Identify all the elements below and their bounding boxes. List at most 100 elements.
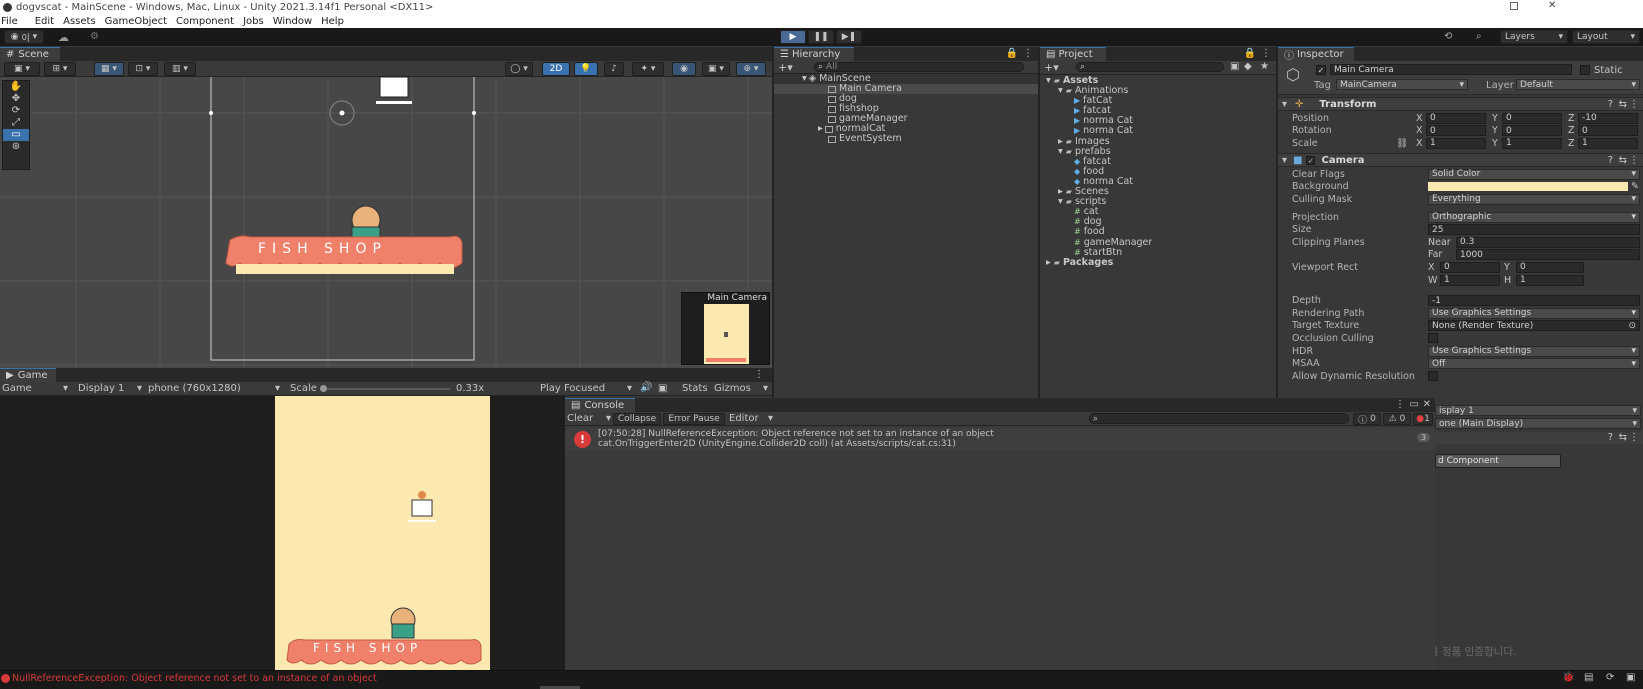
hdr-dropdown[interactable]: Use Graphics Settings ▾ <box>1428 345 1640 357</box>
target-eye-dropdown[interactable]: one (Main Display) ▾ <box>1435 418 1641 429</box>
expand-arrow-icon[interactable]: ▾ <box>1058 197 1063 207</box>
camera-enabled-checkbox[interactable]: ✓ <box>1306 155 1316 165</box>
project-item[interactable]: ▾ ▰ Animations <box>1040 85 1276 96</box>
menu-window[interactable]: Window <box>273 16 312 27</box>
audio-listener-header[interactable]: ? ⇆ ⋮ <box>1435 432 1643 444</box>
search-icon[interactable]: ⌕ <box>1476 31 1482 42</box>
scene-camera-dropdown[interactable]: ▣ ▾ <box>702 62 730 76</box>
eyedropper-icon[interactable]: ✎ <box>1631 181 1639 192</box>
step-button[interactable]: ▶❚ <box>836 30 862 44</box>
help-icon[interactable]: ? <box>1608 99 1613 110</box>
scale-x-field[interactable]: 1 <box>1426 137 1486 149</box>
target-display-dropdown[interactable]: isplay 1 ▾ <box>1435 405 1641 416</box>
size-field[interactable]: 25 <box>1428 224 1640 236</box>
rendering-path-dropdown[interactable]: Use Graphics Settings ▾ <box>1428 307 1640 319</box>
panel-menu-icon[interactable]: ⋮ <box>754 369 764 380</box>
hierarchy-item[interactable]: dog <box>774 93 1038 104</box>
panel-menu-icon[interactable]: ⋮ <box>1395 399 1405 410</box>
gizmos-dropdown[interactable]: ⊕ ▾ <box>736 62 766 76</box>
lighting-status-icon[interactable]: ⟳ <box>1606 672 1614 683</box>
msaa-dropdown[interactable]: Off ▾ <box>1428 358 1640 370</box>
increment-snap-button[interactable]: ⊡ ▾ <box>128 62 158 76</box>
console-search-input[interactable]: ⌕ <box>1089 413 1349 424</box>
hierarchy-item[interactable]: gameManager <box>774 114 1038 124</box>
panel-menu-icon[interactable]: ⋮ <box>1023 48 1033 59</box>
layout-dropdown[interactable]: Layout ▾ <box>1572 30 1640 44</box>
collab-icon[interactable]: ⚙ <box>90 31 99 42</box>
add-object-button[interactable]: +▾ <box>778 61 793 74</box>
error-pause-toggle[interactable]: Error Pause <box>663 413 725 425</box>
culling-mask-dropdown[interactable]: Everything ▾ <box>1428 193 1640 205</box>
view-tool-icon[interactable]: ✋ <box>3 81 29 93</box>
debug-icon[interactable]: 🐞 <box>1562 672 1574 683</box>
scene-root-row[interactable]: ▾ ◈ MainScene <box>774 73 1038 84</box>
active-checkbox[interactable]: ✓ <box>1316 65 1326 75</box>
layers-dropdown[interactable]: Layers ▾ <box>1500 30 1568 44</box>
tab-console[interactable]: ▤ Console <box>565 398 635 412</box>
audio-toggle[interactable]: ♪ <box>604 62 624 76</box>
tab-hierarchy[interactable]: ☰ Hierarchy <box>774 47 854 61</box>
project-item[interactable]: ◆ fatcat <box>1040 156 1276 167</box>
settings-icon[interactable]: ⇆ <box>1619 432 1627 443</box>
cache-icon[interactable]: ▤ <box>1584 672 1593 683</box>
maximize-icon[interactable] <box>1510 2 1518 10</box>
near-field[interactable]: 0.3 <box>1456 236 1640 248</box>
transform-tool-icon[interactable]: ⊛ <box>3 141 29 153</box>
menu-file[interactable]: File <box>1 16 18 27</box>
hierarchy-item[interactable]: Main Camera <box>774 83 1038 95</box>
rotation-y-field[interactable]: 0 <box>1502 125 1562 137</box>
close-window-icon[interactable]: ✕ <box>1548 0 1556 11</box>
grid-visibility-button[interactable]: ▥ ▾ <box>164 62 196 76</box>
mute-audio-icon[interactable]: 🔊 <box>640 382 652 393</box>
lock-icon[interactable]: 🔒 <box>1006 48 1018 59</box>
settings-icon[interactable]: ⇆ <box>1619 99 1627 110</box>
background-color-swatch[interactable] <box>1428 182 1628 192</box>
projection-dropdown[interactable]: Orthographic ▾ <box>1428 211 1640 223</box>
viewport-h-field[interactable]: 1 <box>1516 274 1584 286</box>
scale-y-field[interactable]: 1 <box>1502 137 1562 149</box>
2d-toggle[interactable]: 2D <box>542 62 570 76</box>
viewport-x-field[interactable]: 0 <box>1440 261 1500 273</box>
status-message[interactable]: NullReferenceException: Object reference… <box>12 673 377 684</box>
project-item[interactable]: ▾ ▰ scripts <box>1040 197 1276 207</box>
log-entry[interactable]: ! [07:50:28] NullReferenceException: Obj… <box>565 428 1435 450</box>
info-count-toggle[interactable]: ⓘ 0 <box>1353 413 1381 426</box>
position-x-field[interactable]: 0 <box>1426 112 1486 124</box>
scale-tool-icon[interactable]: ⤢ <box>3 117 29 129</box>
scene-tool-hand-dropdown[interactable]: ▣ ▾ <box>4 62 40 76</box>
object-picker-icon[interactable]: ⊙ <box>1628 321 1636 331</box>
game-gizmos-dropdown[interactable]: Gizmos ▾ <box>714 383 768 394</box>
expand-arrow-icon[interactable]: ▾ <box>1058 85 1063 96</box>
hidden-objects-toggle[interactable]: ◉ <box>672 62 696 76</box>
menu-jobs[interactable]: Jobs <box>243 16 264 27</box>
project-item[interactable]: ▾ ▰ prefabs <box>1040 146 1276 157</box>
scene-gizmo-dropdown[interactable]: ⊞ ▾ <box>44 62 76 76</box>
layer-dropdown[interactable]: Default ▾ <box>1516 79 1640 90</box>
menu-component[interactable]: Component <box>176 16 234 27</box>
expand-arrow-icon[interactable]: ▾ <box>1046 75 1051 86</box>
panel-menu-icon[interactable]: ⋮ <box>1261 48 1271 59</box>
menu-gameobject[interactable]: GameObject <box>105 16 167 27</box>
help-icon[interactable]: ? <box>1608 432 1613 443</box>
project-item[interactable]: # cat <box>1040 207 1276 217</box>
play-focused-dropdown[interactable]: Play Focused ▾ <box>540 383 632 394</box>
depth-field[interactable]: -1 <box>1428 295 1640 307</box>
rect-tool-icon[interactable]: ▭ <box>3 129 29 141</box>
scale-z-field[interactable]: 1 <box>1578 137 1638 149</box>
rotate-tool-icon[interactable]: ⟳ <box>3 105 29 117</box>
pause-button[interactable]: ❚❚ <box>808 30 834 44</box>
tab-inspector[interactable]: ⓘ Inspector <box>1278 47 1354 62</box>
expand-arrow-icon[interactable]: ▾ <box>1058 146 1063 157</box>
expand-arrow-icon[interactable]: ▸ <box>1046 257 1051 268</box>
settings-icon[interactable]: ⇆ <box>1619 155 1627 166</box>
create-asset-button[interactable]: +▾ <box>1044 61 1059 74</box>
project-item[interactable]: ▸ ▰ Packages <box>1040 257 1276 268</box>
dynamic-resolution-checkbox[interactable] <box>1428 371 1438 382</box>
project-item[interactable]: # food <box>1040 227 1276 237</box>
static-checkbox[interactable] <box>1580 65 1590 75</box>
maximize-panel-icon[interactable]: ▭ <box>1410 399 1419 410</box>
display-dropdown[interactable]: Display 1 ▾ <box>78 383 142 394</box>
play-button[interactable]: ▶ <box>780 30 806 44</box>
history-icon[interactable]: ⟲ <box>1444 31 1452 42</box>
grid-snap-button[interactable]: ▦ ▾ <box>94 62 124 76</box>
